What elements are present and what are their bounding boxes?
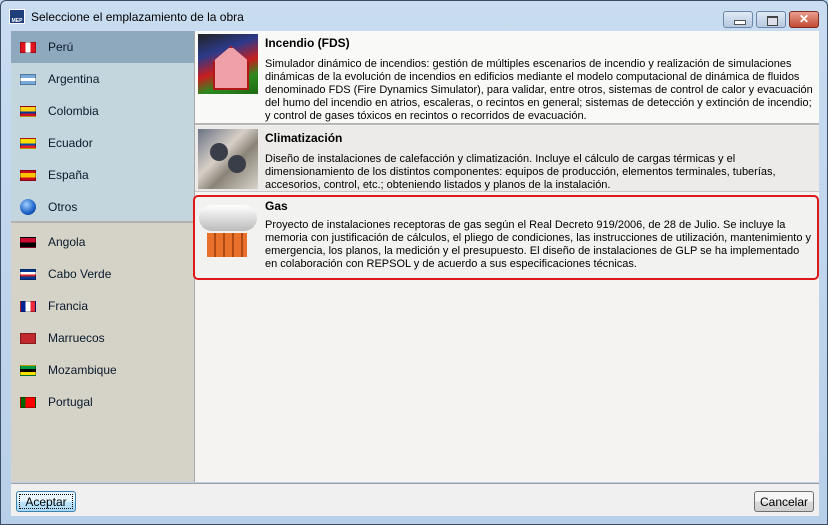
fire-house-image [198, 34, 258, 94]
flag-icon [20, 268, 36, 280]
flag-icon [20, 300, 36, 312]
country-item[interactable]: Portugal [11, 386, 194, 418]
country-sidebar: Perú Argentina Colombia Ecuador España Otros … [11, 31, 195, 482]
country-item[interactable]: Perú [11, 31, 194, 63]
country-label: Ecuador [48, 136, 93, 150]
country-label: España [48, 168, 89, 182]
module-description: Proyecto de instalaciones receptoras de … [265, 219, 812, 270]
accept-button[interactable]: Aceptar [16, 491, 76, 512]
module-description: Simulador dinámico de incendios: gestión… [265, 58, 813, 122]
window-title: Seleccione el emplazamiento de la obra [31, 10, 244, 24]
dialog-footer: Aceptar Cancelar [11, 483, 819, 516]
country-label: Mozambique [48, 363, 117, 377]
module-title: Climatización [265, 131, 343, 145]
flag-icon [20, 137, 36, 149]
country-item[interactable]: Mozambique [11, 354, 194, 386]
country-label: Angola [48, 235, 86, 249]
hvac-units-image [198, 129, 258, 189]
app-icon: MEP [9, 9, 25, 24]
module-description: Diseño de instalaciones de calefacción y… [265, 153, 776, 191]
country-label: Cabo Verde [48, 267, 112, 281]
module-list: Incendio (FDS) Simulador dinámico de inc… [193, 31, 819, 482]
country-item[interactable]: Francia [11, 290, 194, 322]
globe-icon [20, 199, 36, 215]
module-title: Incendio (FDS) [265, 36, 350, 50]
flag-icon [20, 169, 36, 181]
title-bar[interactable]: MEP Seleccione el emplazamiento de la ob… [1, 1, 827, 31]
country-label: Portugal [48, 395, 93, 409]
country-item[interactable]: Cabo Verde [11, 258, 194, 290]
cancel-button[interactable]: Cancelar [754, 491, 814, 512]
country-label: Marruecos [48, 331, 105, 345]
country-label: Perú [48, 40, 74, 54]
module-item-incendio[interactable]: Incendio (FDS) Simulador dinámico de inc… [195, 31, 819, 125]
country-item[interactable]: Marruecos [11, 322, 194, 354]
country-label: Argentina [48, 72, 100, 86]
flag-icon [20, 105, 36, 117]
flag-icon [20, 236, 36, 248]
flag-icon [20, 364, 36, 376]
flag-icon [20, 41, 36, 53]
country-label: Otros [48, 200, 78, 214]
module-title: Gas [265, 199, 288, 213]
flag-icon [20, 396, 36, 408]
country-item[interactable]: España [11, 159, 194, 191]
gas-tank-image [199, 199, 259, 259]
dialog-window: MEP Seleccione el emplazamiento de la ob… [0, 0, 828, 525]
country-item[interactable]: Otros [11, 191, 194, 223]
flag-icon [20, 332, 36, 344]
maximize-button[interactable] [756, 11, 786, 28]
primary-countries: Perú Argentina Colombia Ecuador España Otros [11, 31, 194, 223]
country-item[interactable]: Colombia [11, 95, 194, 127]
country-label: Francia [48, 299, 89, 313]
flag-icon [20, 73, 36, 85]
minimize-button[interactable] [723, 11, 753, 28]
country-label: Colombia [48, 104, 99, 118]
country-item[interactable]: Argentina [11, 63, 194, 95]
module-item-gas[interactable]: Gas Proyecto de instalaciones receptoras… [193, 195, 819, 280]
module-item-climatizacion[interactable]: Climatización Diseño de instalaciones de… [195, 126, 819, 192]
country-item[interactable]: Ecuador [11, 127, 194, 159]
country-item[interactable]: Angola [11, 226, 194, 258]
close-button[interactable]: ✕ [789, 11, 819, 28]
